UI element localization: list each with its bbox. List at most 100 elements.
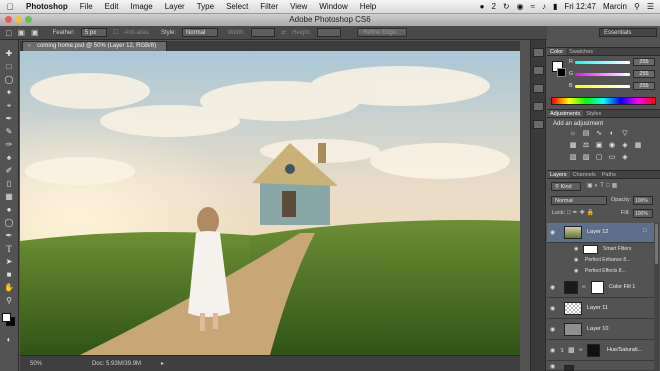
visibility-eye-icon[interactable]: ◉ [550,363,556,370]
layer-name[interactable]: Layer 12 [587,229,608,235]
channel-mixer-icon[interactable]: ◈ [621,142,629,149]
history-brush-tool-icon[interactable]: ✐ [3,165,16,176]
layer-row-color-fill-1[interactable]: ◉ ∞ Color Fill 1 [547,278,654,298]
layer-row-layer-11[interactable]: ◉ Layer 11 [547,299,654,319]
marquee-tool-icon[interactable]: □ [6,28,11,38]
black-white-icon[interactable]: ▣ [595,142,603,149]
brush-tool-icon[interactable]: ✑ [3,139,16,150]
tab-color[interactable]: Color [547,48,567,55]
hand-tool-icon[interactable]: ✋ [3,282,16,293]
color-b-slider[interactable] [575,85,630,88]
wifi-icon[interactable]: ≈ [531,2,535,11]
workspace-switcher[interactable]: Essentials [599,28,657,37]
brightness-contrast-icon[interactable]: ☼ [569,130,577,137]
visibility-eye-icon[interactable]: ◉ [550,284,556,291]
add-selection-icon[interactable]: ▣ [31,28,39,37]
crop-tool-icon[interactable]: ⌖ [3,100,16,111]
gradient-tool-icon[interactable]: ▦ [3,191,16,202]
blend-mode-select[interactable]: Normal [551,196,607,205]
visibility-eye-icon[interactable]: ◉ [550,326,556,333]
pen-tool-icon[interactable]: ✒ [3,230,16,241]
color-b-value[interactable]: 255 [633,82,655,90]
curves-icon[interactable]: ∿ [595,130,603,137]
threshold-icon[interactable]: ▢ [595,154,603,161]
search-icon[interactable]: ⚲ [634,2,640,11]
layer-row-layer-12[interactable]: ◉ Layer 12 □ [547,223,654,243]
move-tool-icon[interactable]: ✚ [3,48,16,59]
zoom-level[interactable]: 50% [30,361,42,367]
visibility-eye-icon[interactable]: ◉ [550,305,556,312]
status-menu-arrow-icon[interactable]: ▸ [161,360,164,367]
visibility-eye-icon[interactable]: ◉ [574,268,578,274]
refine-edge-button[interactable]: Refine Edge... [357,28,408,37]
color-r-slider[interactable] [575,61,630,64]
tab-adjustments[interactable]: Adjustments [547,110,584,117]
close-document-icon[interactable]: × [27,42,31,51]
visibility-eye-icon[interactable]: ◉ [574,257,578,263]
notification-badge[interactable]: 2 [491,2,495,11]
zoom-tool-icon[interactable]: ⚲ [3,295,16,306]
quick-select-tool-icon[interactable]: ✦ [3,87,16,98]
height-input[interactable] [317,28,342,37]
menu-view[interactable]: View [284,2,313,11]
menu-photoshop[interactable]: Photoshop [20,2,74,11]
visibility-eye-icon[interactable]: ◉ [550,347,556,354]
eyedropper-tool-icon[interactable]: ✒ [3,113,16,124]
tab-channels[interactable]: Channels [570,171,599,178]
menu-file[interactable]: File [74,2,99,11]
opacity-input[interactable]: 100% [633,196,653,205]
layer-name[interactable]: Layer 10 [587,326,608,332]
shape-tool-icon[interactable]: ■ [3,269,16,280]
color-spectrum[interactable] [551,97,656,105]
user-name[interactable]: Marcin [603,2,627,11]
menu-type[interactable]: Type [191,2,220,11]
menu-image[interactable]: Image [124,2,158,11]
character-panel-icon[interactable] [532,102,544,111]
bg-color-chip[interactable] [557,68,566,77]
path-select-tool-icon[interactable]: ➤ [3,256,16,267]
color-balance-icon[interactable]: ⚖ [582,142,590,149]
layer-row-hue-saturation[interactable]: ◉ ↴ ▩ ∞ Hue/Saturati... [547,341,654,361]
battery-icon[interactable]: ▮ [553,2,557,11]
menu-filter[interactable]: Filter [254,2,284,11]
fill-input[interactable]: 100% [633,209,653,218]
tab-paths[interactable]: Paths [599,171,619,178]
layer-row-partial[interactable]: ◉ [547,362,654,371]
apple-icon[interactable]:  [0,2,20,12]
clock[interactable]: Fri 12:47 [564,2,596,11]
menu-help[interactable]: Help [354,2,382,11]
visibility-eye-icon[interactable]: ◉ [550,229,556,236]
exposure-icon[interactable]: ◐ [608,130,616,137]
smart-filters-row[interactable]: ◉ Smart Filters [547,244,654,255]
visibility-eye-icon[interactable]: ◉ [574,246,578,252]
layer-name[interactable]: Color Fill 1 [609,284,635,290]
canvas-area[interactable] [20,51,520,355]
paragraph-panel-icon[interactable] [532,120,544,129]
lasso-tool-icon[interactable]: ◯ [3,74,16,85]
posterize-icon[interactable]: ▨ [582,154,590,161]
menu-edit[interactable]: Edit [99,2,125,11]
style-select[interactable]: Normal [182,28,219,37]
hue-saturation-icon[interactable]: ▩ [569,142,577,149]
zoom-window-button[interactable] [25,16,32,23]
antialias-checkbox[interactable]: ☐ [113,29,118,36]
layer-row-layer-10[interactable]: ◉ Layer 10 [547,320,654,340]
smart-filter-perfect-effects-row[interactable]: ◉ Perfect Effects 8... [547,266,654,277]
color-g-slider[interactable] [575,73,630,76]
quick-mask-icon[interactable]: ◐ [3,334,16,345]
selective-color-icon[interactable]: ◈ [621,154,629,161]
invert-icon[interactable]: ▧ [569,154,577,161]
menu-select[interactable]: Select [220,2,254,11]
minimize-window-button[interactable] [15,16,22,23]
layers-scroll-thumb[interactable] [655,224,658,264]
menu-layer[interactable]: Layer [159,2,191,11]
eye-icon[interactable]: ◉ [517,2,524,11]
volume-icon[interactable]: ♪ [542,2,546,11]
gradient-map-icon[interactable]: ▭ [608,154,616,161]
new-selection-icon[interactable]: ▣ [17,28,25,37]
feather-input[interactable]: 5 px [80,28,107,37]
layer-name[interactable]: Hue/Saturati... [607,347,642,353]
dodge-tool-icon[interactable]: ◯ [3,217,16,228]
properties-panel-icon[interactable] [532,66,544,75]
swap-icon[interactable]: ⇄ [281,29,286,36]
